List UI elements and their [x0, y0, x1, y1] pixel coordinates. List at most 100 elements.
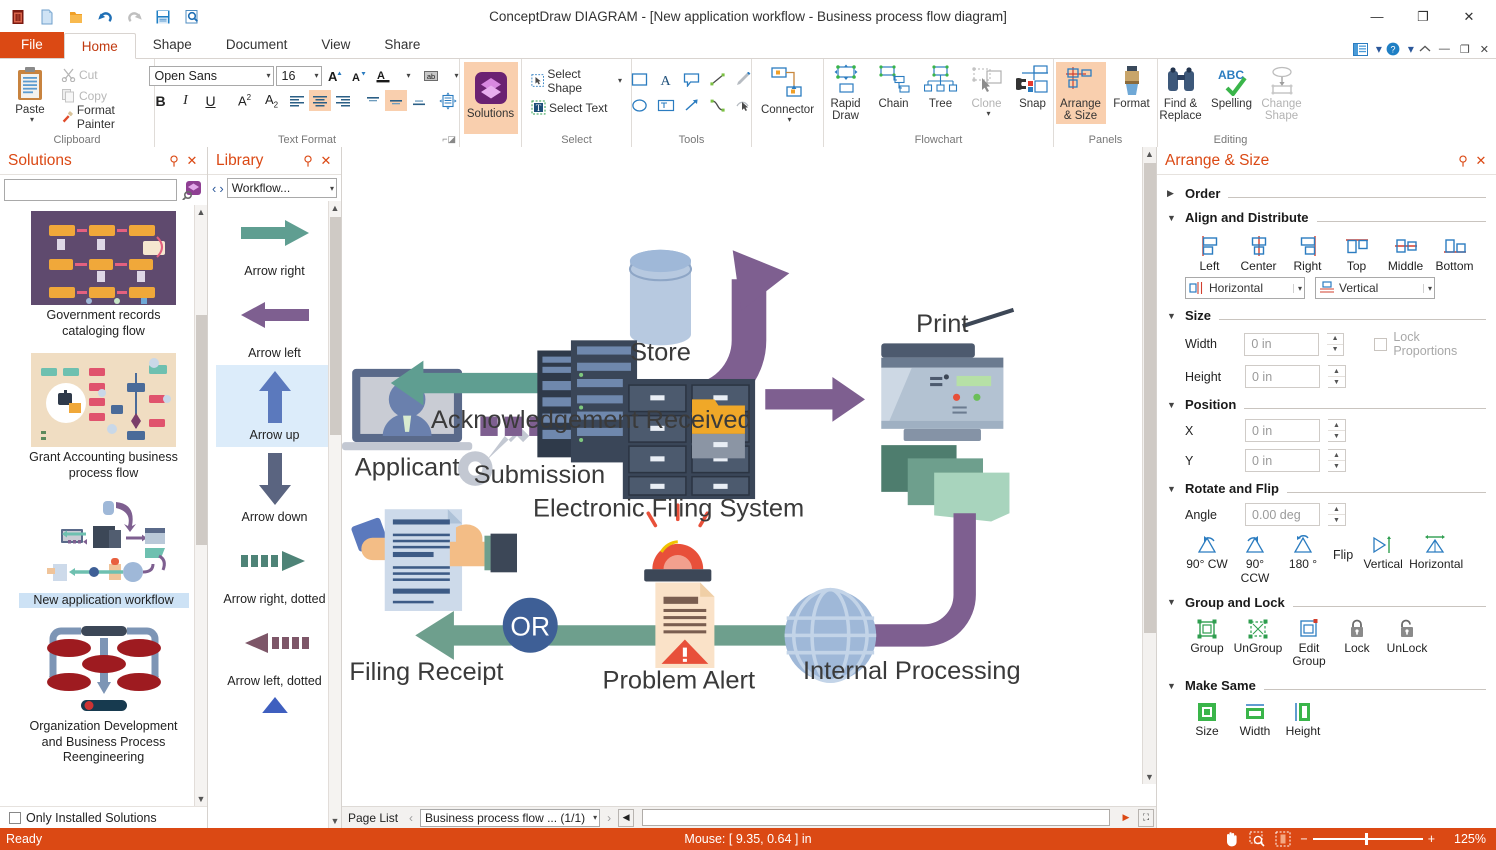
library-shape-list[interactable]: Arrow right Arrow left Arrow up Arrow do… — [208, 201, 341, 828]
scrollbar-thumb[interactable] — [330, 217, 341, 435]
page-prev-button[interactable]: ‹ — [406, 811, 416, 825]
undo-icon[interactable] — [95, 7, 115, 27]
stepper-up-icon[interactable]: ▲ — [1328, 366, 1345, 377]
tab-shape[interactable]: Shape — [136, 32, 209, 58]
connector-button[interactable]: Connector ▾ — [757, 62, 819, 126]
close-icon[interactable]: ✕ — [183, 153, 201, 169]
tab-view[interactable]: View — [304, 32, 367, 58]
fit-page-button[interactable]: ⛶ — [1138, 808, 1154, 827]
section-rotate-flip[interactable]: ▼ Rotate and Flip — [1167, 481, 1486, 496]
pin-icon[interactable]: ⚲ — [1454, 153, 1472, 169]
solutions-search-icon[interactable] — [180, 179, 204, 201]
only-installed-checkbox[interactable] — [9, 811, 21, 824]
textbox-tool-icon[interactable] — [655, 95, 677, 116]
select-shape-button[interactable]: Select Shape ▾ — [527, 67, 626, 95]
align-center-button[interactable]: Center — [1234, 233, 1283, 273]
curve-tool-icon[interactable] — [707, 95, 729, 116]
solutions-list[interactable]: Government records cataloging flow Grant… — [0, 205, 207, 806]
scroll-up-icon[interactable]: ▲ — [329, 201, 341, 215]
new-document-icon[interactable] — [37, 7, 57, 27]
tab-share[interactable]: Share — [367, 32, 437, 58]
grow-font-icon[interactable]: A — [324, 65, 346, 86]
ribbon-restore-button[interactable]: ❐ — [1457, 43, 1473, 56]
horizontal-scroll-track[interactable] — [642, 809, 1110, 826]
stepper-down-icon[interactable]: ▼ — [1328, 515, 1345, 525]
chevron-down-icon[interactable]: ▼ — [1167, 311, 1177, 321]
chevron-down-icon[interactable]: ▼ — [1167, 484, 1177, 494]
zoom-slider-knob[interactable] — [1364, 833, 1368, 845]
angle-stepper[interactable]: ▲ ▼ — [1328, 503, 1346, 526]
close-icon[interactable]: ✕ — [317, 153, 335, 169]
section-align-distribute[interactable]: ▼ Align and Distribute — [1167, 210, 1486, 225]
flip-horizontal-button[interactable]: Horizontal — [1407, 532, 1465, 572]
align-middle-button[interactable]: Middle — [1381, 233, 1430, 273]
make-same-width-button[interactable]: Width — [1231, 699, 1279, 739]
find-replace-button[interactable]: Find & Replace — [1156, 62, 1206, 124]
align-bottom-button[interactable]: Bottom — [1430, 233, 1479, 273]
height-stepper[interactable]: ▲ ▼ — [1328, 365, 1346, 388]
font-size-select[interactable]: 16 ▾ — [275, 65, 322, 86]
stepper-up-icon[interactable]: ▲ — [1328, 504, 1345, 515]
minimize-button[interactable]: — — [1354, 1, 1400, 33]
snap-button[interactable]: Snap — [1011, 62, 1055, 112]
rotate-90-ccw-button[interactable]: 90° CCW — [1231, 532, 1279, 586]
hand-tool-icon[interactable] — [1223, 831, 1240, 847]
arrange-size-button[interactable]: Arrange & Size — [1055, 62, 1106, 125]
tab-file[interactable]: File — [0, 32, 64, 58]
scrollbar-thumb[interactable] — [1144, 163, 1156, 633]
stepper-down-icon[interactable]: ▼ — [1328, 461, 1345, 471]
library-select[interactable]: Workflow... ▾ — [226, 178, 337, 198]
angle-input[interactable]: 0.00 deg — [1245, 503, 1320, 526]
close-button[interactable]: ✕ — [1446, 1, 1492, 33]
library-shape-arrow-down[interactable]: Arrow down — [222, 447, 327, 529]
zoom-out-button[interactable]: − — [1300, 832, 1307, 846]
format-panel-button[interactable]: Format — [1108, 62, 1156, 112]
scroll-up-icon[interactable]: ▲ — [195, 205, 207, 219]
library-shape-arrow-left[interactable]: Arrow left — [222, 283, 327, 365]
library-next-icon[interactable]: › — [219, 181, 223, 196]
only-installed-solutions-row[interactable]: Only Installed Solutions — [0, 806, 207, 828]
trash-icon[interactable] — [8, 7, 28, 27]
library-prev-icon[interactable]: ‹ — [212, 181, 216, 196]
rectangle-tool-icon[interactable] — [629, 69, 651, 90]
x-stepper[interactable]: ▲ ▼ — [1328, 419, 1346, 442]
scroll-down-icon[interactable]: ▼ — [195, 792, 207, 806]
shrink-font-icon[interactable]: A — [348, 65, 370, 86]
stepper-up-icon[interactable]: ▲ — [1328, 450, 1345, 461]
bold-button[interactable]: B — [149, 90, 173, 111]
font-color-icon[interactable]: A — [372, 65, 394, 86]
chevron-right-icon[interactable]: ▶ — [1167, 188, 1177, 199]
valign-top-button[interactable] — [362, 90, 384, 111]
align-left-button[interactable] — [286, 90, 308, 111]
solution-item-new-application-workflow[interactable]: New application workflow — [9, 495, 199, 609]
valign-middle-button[interactable] — [384, 90, 407, 111]
text-block-button[interactable] — [437, 90, 459, 111]
maximize-button[interactable]: ❐ — [1400, 1, 1446, 33]
select-text-button[interactable]: T Select Text — [527, 97, 611, 118]
section-make-same[interactable]: ▼ Make Same — [1167, 678, 1486, 693]
width-stepper[interactable]: ▲ ▼ — [1326, 332, 1345, 356]
lock-button[interactable]: Lock — [1333, 616, 1381, 656]
lock-proportions-row[interactable]: Lock Proportions — [1374, 330, 1486, 358]
chevron-down-icon[interactable]: ▼ — [1167, 213, 1177, 223]
superscript-button[interactable]: A2 — [232, 90, 258, 111]
ellipse-tool-icon[interactable] — [629, 95, 651, 116]
library-shape-arrow-right-dotted[interactable]: Arrow right, dotted — [222, 529, 327, 611]
solution-item-org-development[interactable]: Organization Development and Business Pr… — [9, 622, 199, 766]
open-folder-icon[interactable] — [66, 7, 86, 27]
subscript-button[interactable]: A2 — [259, 90, 285, 111]
page-select[interactable]: Business process flow ... (1/1) ▾ — [420, 808, 601, 827]
y-input[interactable]: 0 in — [1245, 449, 1320, 472]
scroll-down-icon[interactable]: ▼ — [329, 814, 341, 828]
tab-home[interactable]: Home — [63, 33, 136, 59]
unlock-button[interactable]: UnLock — [1381, 616, 1433, 656]
library-scrollbar[interactable]: ▲ ▼ — [328, 201, 341, 828]
font-family-select[interactable]: Open Sans ▾ — [148, 65, 274, 86]
text-format-dialog-launcher[interactable]: ⌐◪ — [442, 134, 456, 145]
font-color-caret-icon[interactable]: ▾ — [396, 65, 418, 86]
tree-button[interactable]: Tree — [919, 62, 963, 112]
scroll-up-icon[interactable]: ▲ — [1143, 147, 1156, 161]
solution-item-government-records[interactable]: Government records cataloging flow — [9, 211, 199, 339]
stepper-up-icon[interactable]: ▲ — [1326, 334, 1344, 345]
x-input[interactable]: 0 in — [1245, 419, 1320, 442]
